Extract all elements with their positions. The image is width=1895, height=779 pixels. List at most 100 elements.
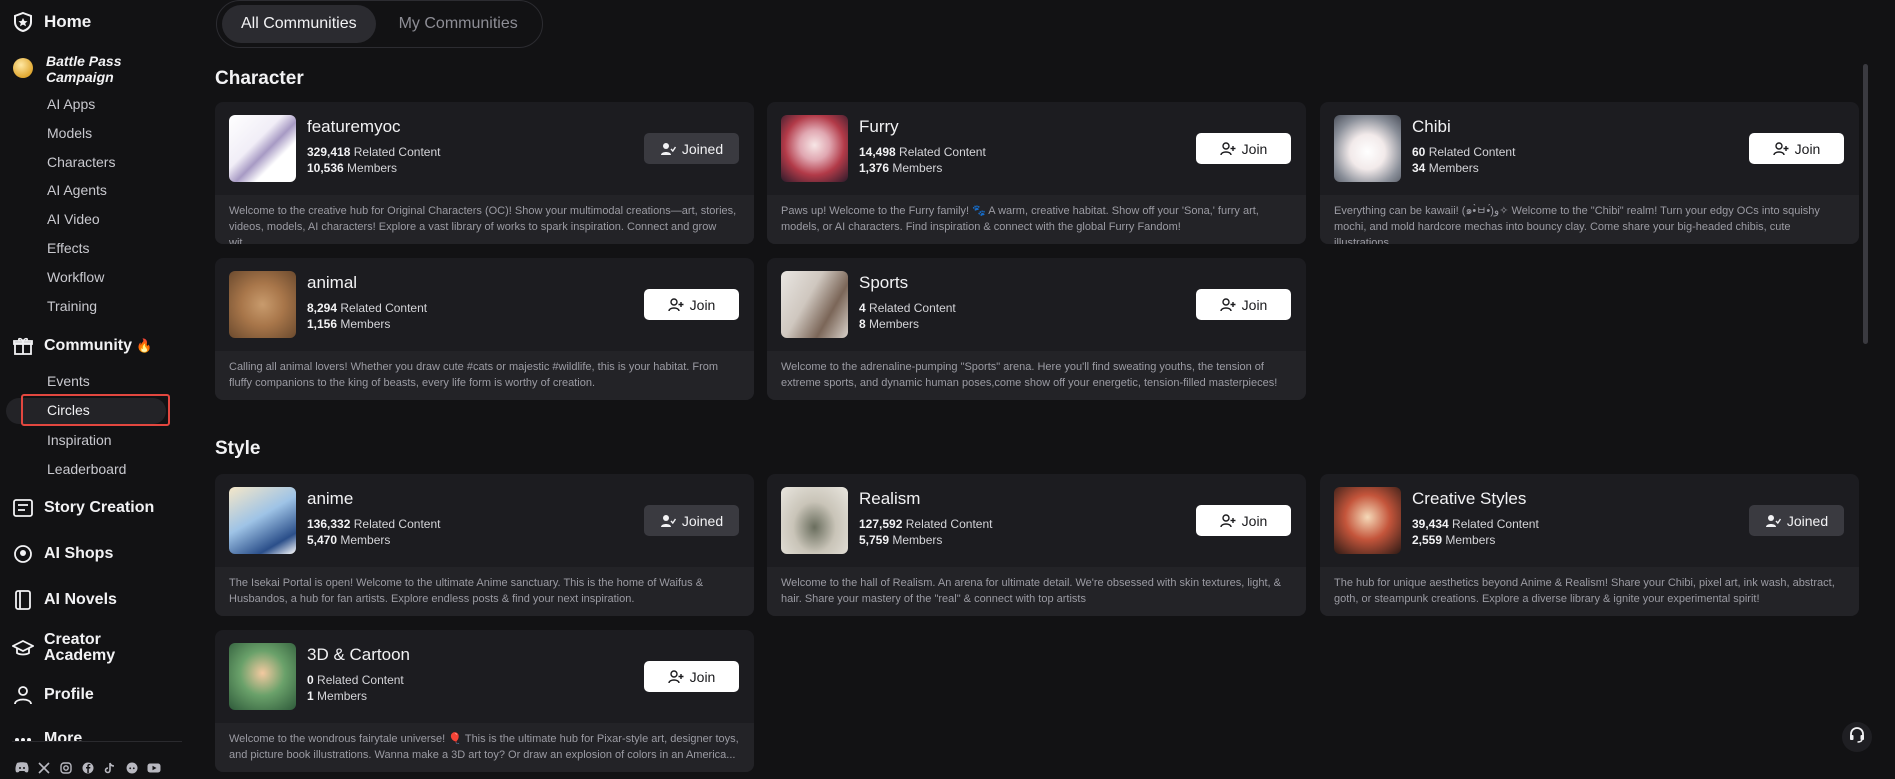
community-thumbnail[interactable] [781,115,848,182]
joined-button[interactable]: Joined [644,133,739,164]
members-count-value: 8 [859,317,866,331]
button-label: Join [689,296,716,313]
community-thumbnail[interactable] [229,271,296,338]
nav-home[interactable]: Home [12,11,91,33]
sidebar: Home Battle Pass Campaign AI Apps Models… [0,0,184,779]
joined-button[interactable]: Joined [1749,505,1844,536]
scrollbar[interactable] [1863,64,1868,344]
facebook-icon[interactable] [80,760,95,775]
nav-ai-video[interactable]: AI Video [47,211,100,227]
related-content-count: 60 Related Content [1412,145,1515,159]
nav-battle-pass[interactable]: Battle Pass Campaign [46,53,136,85]
nav-effects[interactable]: Effects [47,240,90,256]
related-label: Related Content [317,673,404,687]
community-card[interactable]: Realism 127,592 Related Content 5,759 Me… [767,474,1306,616]
nav-workflow[interactable]: Workflow [47,269,104,285]
button-label: Joined [681,512,724,529]
nav-leaderboard[interactable]: Leaderboard [47,461,126,477]
nav-home-label: Home [44,12,92,31]
community-card[interactable]: animal 8,294 Related Content 1,156 Membe… [215,258,754,400]
members-count-value: 5,759 [859,533,890,547]
members-count-value: 5,470 [307,533,338,547]
community-thumbnail[interactable] [781,487,848,554]
join-button[interactable]: Join [644,661,739,692]
community-name[interactable]: Chibi [1412,117,1451,137]
nav-ai-novels[interactable]: AI Novels [12,589,117,611]
joined-button[interactable]: Joined [644,505,739,536]
community-thumbnail[interactable] [1334,115,1401,182]
join-button[interactable]: Join [1196,133,1291,164]
join-button[interactable]: Join [1196,289,1291,320]
related-content-count: 136,332 Related Content [307,517,440,531]
instagram-icon[interactable] [58,760,73,775]
tab-my-communities[interactable]: My Communities [380,5,537,43]
members-label: Members [1428,161,1479,175]
related-content-count: 14,498 Related Content [859,145,986,159]
community-thumbnail[interactable] [229,115,296,182]
join-button[interactable]: Join [1196,505,1291,536]
community-card[interactable]: Sports 4 Related Content 8 Members Join … [767,258,1306,400]
nav-models[interactable]: Models [47,125,92,141]
nav-inspiration[interactable]: Inspiration [47,432,112,448]
related-count-value: 60 [1412,145,1426,159]
community-name[interactable]: featuremyoc [307,117,401,137]
nav-story-creation[interactable]: Story Creation [12,497,154,519]
members-count: 5,470 Members [307,533,390,547]
members-count-value: 2,559 [1412,533,1443,547]
community-card[interactable]: Creative Styles 39,434 Related Content 2… [1320,474,1859,616]
members-label: Members [317,689,368,703]
nav-characters[interactable]: Characters [47,154,115,170]
nav-creator-academy[interactable]: Creator Academy [12,632,134,664]
community-card[interactable]: Furry 14,498 Related Content 1,376 Membe… [767,102,1306,244]
nav-community[interactable]: Community 🔥 [12,335,152,357]
community-name[interactable]: Sports [859,273,908,293]
section-title-character: Character [215,68,304,89]
community-card[interactable]: 3D & Cartoon 0 Related Content 1 Members… [215,630,754,772]
community-name[interactable]: Creative Styles [1412,489,1526,509]
nav-community-label: Community [44,337,132,354]
nav-profile[interactable]: Profile [12,684,94,706]
community-card[interactable]: anime 136,332 Related Content 5,470 Memb… [215,474,754,616]
community-name[interactable]: 3D & Cartoon [307,645,410,665]
nav-training[interactable]: Training [47,298,97,314]
members-count: 2,559 Members [1412,533,1495,547]
add-user-icon [1772,141,1789,155]
community-thumbnail[interactable] [1334,487,1401,554]
discord-icon[interactable] [14,760,29,775]
nav-ai-apps[interactable]: AI Apps [47,96,95,112]
related-count-value: 127,592 [859,517,903,531]
community-card[interactable]: featuremyoc 329,418 Related Content 10,5… [215,102,754,244]
card-header: featuremyoc 329,418 Related Content 10,5… [215,102,754,195]
youtube-icon[interactable] [146,760,161,775]
community-thumbnail[interactable] [229,487,296,554]
add-user-icon [667,669,684,683]
community-name[interactable]: Furry [859,117,899,137]
community-card[interactable]: Chibi 60 Related Content 34 Members Join… [1320,102,1859,244]
related-count-value: 136,332 [307,517,351,531]
community-name[interactable]: anime [307,489,353,509]
related-label: Related Content [1452,517,1539,531]
members-count-value: 34 [1412,161,1426,175]
shop-icon [12,543,34,565]
support-button[interactable] [1842,722,1872,752]
members-label: Members [340,317,391,331]
nav-events[interactable]: Events [47,373,90,389]
community-name[interactable]: animal [307,273,357,293]
nav-ai-agents[interactable]: AI Agents [47,182,107,198]
community-thumbnail[interactable] [781,271,848,338]
community-thumbnail[interactable] [229,643,296,710]
nav-ai-shops[interactable]: AI Shops [12,543,113,565]
join-button[interactable]: Join [644,289,739,320]
join-button[interactable]: Join [1749,133,1844,164]
tiktok-icon[interactable] [102,760,117,775]
related-label: Related Content [353,517,441,531]
community-description: Welcome to the hall of Realism. An arena… [767,567,1306,616]
card-header: anime 136,332 Related Content 5,470 Memb… [215,474,754,567]
related-label: Related Content [905,517,993,531]
community-name[interactable]: Realism [859,489,920,509]
button-label: Join [1241,296,1268,313]
tab-all-communities[interactable]: All Communities [222,5,376,43]
related-count-value: 329,418 [307,145,351,159]
reddit-icon[interactable] [124,760,139,775]
x-icon[interactable] [36,760,51,775]
